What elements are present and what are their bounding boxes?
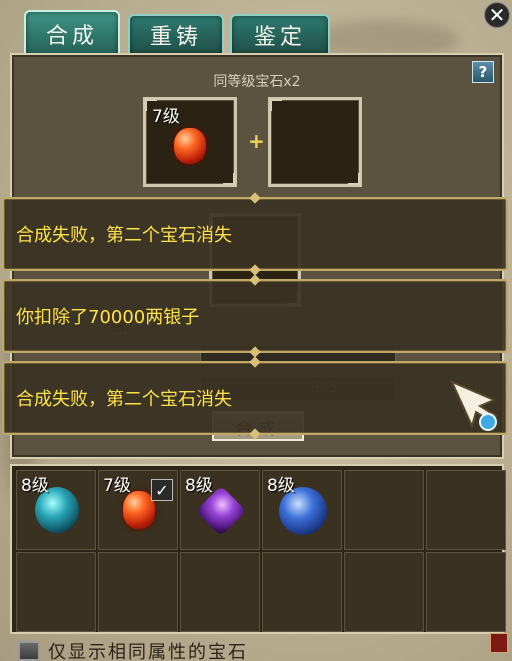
close-icon: ✕ [488, 3, 506, 27]
gem-slot-1[interactable]: 7级 [143, 97, 237, 187]
selected-check-icon: ✓ [151, 479, 173, 501]
inventory-slot[interactable] [344, 470, 424, 550]
inventory-slot[interactable]: 7级 ✓ [98, 470, 178, 550]
tab-synthesize[interactable]: 合成 [24, 10, 120, 56]
slot-level-label: 7级 [152, 107, 180, 127]
plus-sign: + [248, 129, 265, 153]
tab-recast[interactable]: 重铸 [128, 14, 224, 54]
red-gem-icon [174, 128, 206, 164]
inventory-slot[interactable]: 8级 [16, 470, 96, 550]
filter-checkbox[interactable] [18, 641, 40, 661]
inventory-slot[interactable] [426, 470, 506, 550]
inventory-slot[interactable] [98, 552, 178, 632]
inventory-slot[interactable]: 8级 [262, 470, 342, 550]
inventory-slot[interactable] [262, 552, 342, 632]
inventory-panel: 8级 7级 ✓ 8级 8级 [10, 464, 506, 634]
corner-badge-icon [490, 633, 508, 653]
inventory-level-label: 7级 [103, 476, 131, 496]
filter-label: 仅显示相同属性的宝石 [48, 642, 248, 661]
notice-message: 合成失败，第二个宝石消失 [2, 361, 508, 435]
inventory-slot[interactable] [344, 552, 424, 632]
inventory-slot[interactable]: 8级 [180, 470, 260, 550]
close-button[interactable]: ✕ [484, 2, 510, 28]
notice-message: 合成失败，第二个宝石消失 [2, 197, 508, 271]
inventory-slot[interactable] [16, 552, 96, 632]
inventory-slot[interactable] [180, 552, 260, 632]
inventory-slot[interactable] [426, 552, 506, 632]
same-attribute-filter[interactable]: 仅显示相同属性的宝石 [18, 638, 248, 661]
tab-identify[interactable]: 鉴定 [230, 14, 330, 54]
inventory-level-label: 8级 [185, 476, 213, 496]
notice-message: 你扣除了70000两银子 [2, 279, 508, 353]
inventory-level-label: 8级 [267, 476, 295, 496]
inventory-grid: 8级 7级 ✓ 8级 8级 [16, 470, 506, 632]
help-button[interactable]: ? [472, 61, 494, 83]
gem-slot-2[interactable] [268, 97, 362, 187]
pointer-cursor-icon [450, 380, 498, 431]
inventory-level-label: 8级 [21, 476, 49, 496]
panel-header: 同等级宝石x2 [213, 74, 301, 90]
